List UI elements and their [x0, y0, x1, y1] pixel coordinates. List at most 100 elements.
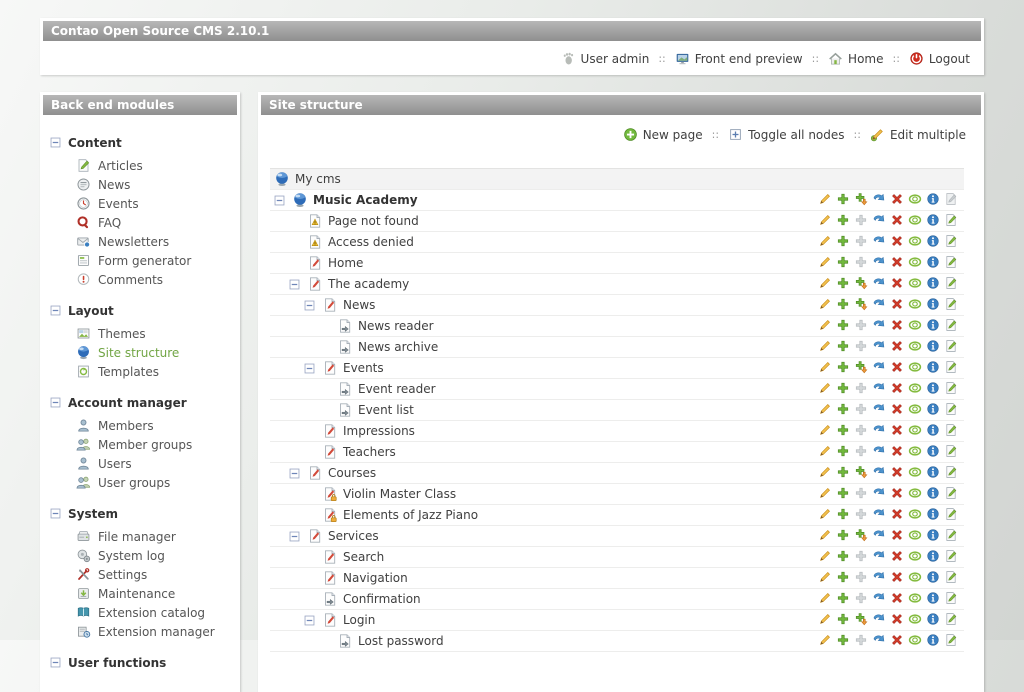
visibility-icon[interactable]	[908, 234, 922, 248]
visibility-icon[interactable]	[908, 423, 922, 437]
toolbar-new-page-link[interactable]: New page	[623, 127, 703, 142]
paste-into-icon[interactable]	[854, 612, 868, 626]
cut-icon[interactable]	[872, 507, 886, 521]
edit-icon[interactable]	[818, 234, 832, 248]
sidebar-item-extension-manager[interactable]: Extension manager	[76, 622, 240, 641]
edit-articles-icon[interactable]	[944, 318, 958, 332]
sidebar-item-members[interactable]: Members	[76, 416, 240, 435]
edit-articles-icon[interactable]	[944, 402, 958, 416]
visibility-icon[interactable]	[908, 213, 922, 227]
copy-icon[interactable]	[836, 402, 850, 416]
edit-icon[interactable]	[818, 507, 832, 521]
cut-icon[interactable]	[872, 549, 886, 563]
copy-icon[interactable]	[836, 318, 850, 332]
info-icon[interactable]	[926, 444, 940, 458]
info-icon[interactable]	[926, 276, 940, 290]
visibility-icon[interactable]	[908, 255, 922, 269]
cut-icon[interactable]	[872, 339, 886, 353]
edit-articles-icon[interactable]	[944, 234, 958, 248]
visibility-icon[interactable]	[908, 549, 922, 563]
paste-into-icon[interactable]	[854, 192, 868, 206]
edit-articles-icon[interactable]	[944, 423, 958, 437]
collapse-toggle-icon[interactable]	[304, 615, 315, 626]
edit-icon[interactable]	[818, 339, 832, 353]
cut-icon[interactable]	[872, 297, 886, 311]
edit-icon[interactable]	[818, 318, 832, 332]
paste-into-icon[interactable]	[854, 360, 868, 374]
info-icon[interactable]	[926, 570, 940, 584]
copy-icon[interactable]	[836, 360, 850, 374]
info-icon[interactable]	[926, 465, 940, 479]
edit-articles-icon[interactable]	[944, 255, 958, 269]
edit-icon[interactable]	[818, 570, 832, 584]
visibility-icon[interactable]	[908, 444, 922, 458]
visibility-icon[interactable]	[908, 591, 922, 605]
edit-articles-icon[interactable]	[944, 444, 958, 458]
collapse-toggle-icon[interactable]	[50, 508, 61, 519]
visibility-icon[interactable]	[908, 507, 922, 521]
copy-icon[interactable]	[836, 444, 850, 458]
edit-articles-icon[interactable]	[944, 612, 958, 626]
visibility-icon[interactable]	[908, 612, 922, 626]
paste-into-icon[interactable]	[854, 276, 868, 290]
sidebar-item-form-generator[interactable]: Form generator	[76, 251, 240, 270]
toolbar-edit-multiple-link[interactable]: Edit multiple	[870, 127, 966, 142]
edit-icon[interactable]	[818, 297, 832, 311]
delete-icon[interactable]	[890, 549, 904, 563]
copy-icon[interactable]	[836, 486, 850, 500]
edit-icon[interactable]	[818, 612, 832, 626]
delete-icon[interactable]	[890, 360, 904, 374]
info-icon[interactable]	[926, 591, 940, 605]
delete-icon[interactable]	[890, 318, 904, 332]
cut-icon[interactable]	[872, 465, 886, 479]
info-icon[interactable]	[926, 423, 940, 437]
copy-icon[interactable]	[836, 213, 850, 227]
edit-icon[interactable]	[818, 276, 832, 290]
info-icon[interactable]	[926, 255, 940, 269]
info-icon[interactable]	[926, 612, 940, 626]
delete-icon[interactable]	[890, 570, 904, 584]
delete-icon[interactable]	[890, 612, 904, 626]
edit-articles-icon[interactable]	[944, 528, 958, 542]
edit-icon[interactable]	[818, 549, 832, 563]
collapse-toggle-icon[interactable]	[50, 137, 61, 148]
collapse-toggle-icon[interactable]	[289, 531, 300, 542]
topnav-user-admin-link[interactable]: User admin	[561, 51, 650, 66]
collapse-toggle-icon[interactable]	[50, 657, 61, 668]
copy-icon[interactable]	[836, 549, 850, 563]
sidebar-item-news[interactable]: News	[76, 175, 240, 194]
visibility-icon[interactable]	[908, 402, 922, 416]
visibility-icon[interactable]	[908, 381, 922, 395]
delete-icon[interactable]	[890, 255, 904, 269]
paste-into-icon[interactable]	[854, 465, 868, 479]
copy-icon[interactable]	[836, 234, 850, 248]
sidebar-item-user-groups[interactable]: User groups	[76, 473, 240, 492]
edit-articles-icon[interactable]	[944, 591, 958, 605]
info-icon[interactable]	[926, 486, 940, 500]
section-header-user-functions[interactable]: User functions	[50, 654, 240, 671]
collapse-toggle-icon[interactable]	[289, 468, 300, 479]
collapse-toggle-icon[interactable]	[50, 397, 61, 408]
visibility-icon[interactable]	[908, 528, 922, 542]
copy-icon[interactable]	[836, 465, 850, 479]
sidebar-item-member-groups[interactable]: Member groups	[76, 435, 240, 454]
delete-icon[interactable]	[890, 444, 904, 458]
paste-into-icon[interactable]	[854, 297, 868, 311]
sidebar-item-site-structure[interactable]: Site structure	[76, 343, 240, 362]
edit-articles-icon[interactable]	[944, 570, 958, 584]
section-header-system[interactable]: System	[50, 505, 240, 522]
section-header-layout[interactable]: Layout	[50, 302, 240, 319]
delete-icon[interactable]	[890, 528, 904, 542]
sidebar-item-extension-catalog[interactable]: Extension catalog	[76, 603, 240, 622]
cut-icon[interactable]	[872, 423, 886, 437]
section-header-account-manager[interactable]: Account manager	[50, 394, 240, 411]
visibility-icon[interactable]	[908, 192, 922, 206]
edit-articles-icon[interactable]	[944, 276, 958, 290]
delete-icon[interactable]	[890, 297, 904, 311]
copy-icon[interactable]	[836, 423, 850, 437]
visibility-icon[interactable]	[908, 465, 922, 479]
sidebar-item-faq[interactable]: FAQ	[76, 213, 240, 232]
sidebar-item-templates[interactable]: Templates	[76, 362, 240, 381]
edit-articles-icon[interactable]	[944, 297, 958, 311]
info-icon[interactable]	[926, 507, 940, 521]
